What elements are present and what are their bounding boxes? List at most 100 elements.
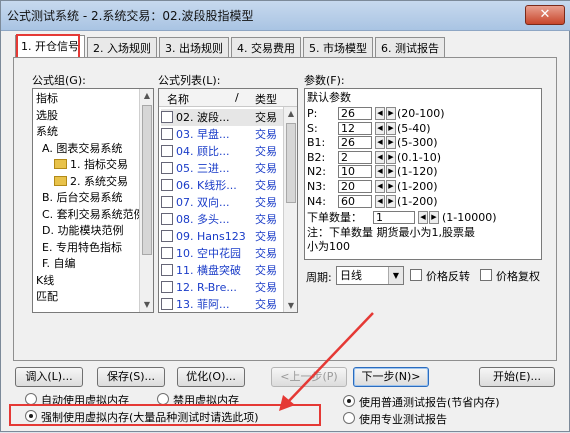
spin-down-icon[interactable]: ▶ — [429, 211, 439, 224]
formula-row[interactable]: 03. 早盘... 交易 — [161, 126, 283, 143]
normal-report-label: 使用普通测试报告(节省内存) — [359, 396, 500, 409]
tab-market-model[interactable]: 5. 市场模型 — [303, 37, 373, 57]
window-title: 公式测试系统 - 2.系统交易：02.波段股指模型 — [7, 9, 254, 23]
param-value-input[interactable]: 2 — [338, 150, 372, 164]
formula-list-header: 名称 / 类型 — [159, 89, 297, 107]
formula-type: 交易 — [255, 298, 277, 311]
price-restore-checkbox[interactable] — [480, 269, 492, 281]
tree-item[interactable]: F. 自编 — [36, 256, 145, 273]
param-value-input[interactable]: 12 — [338, 121, 372, 135]
spin-right-icon[interactable]: ▶ — [386, 165, 396, 179]
document-icon — [161, 145, 173, 157]
scroll-down-icon[interactable]: ▼ — [142, 299, 152, 311]
tree-item-folder[interactable]: 2. 系统交易 — [36, 174, 145, 191]
tab-open-signal[interactable]: 1. 开仓信号 — [15, 35, 85, 57]
param-value-input[interactable]: 20 — [338, 180, 372, 193]
param-value-input[interactable]: 10 — [338, 165, 372, 179]
formula-row[interactable]: 12. R-Bre... 交易 — [161, 279, 283, 296]
formula-row[interactable]: 13. 菲阿... 交易 — [161, 296, 283, 312]
formula-type: 交易 — [255, 230, 277, 243]
formula-type: 交易 — [255, 179, 277, 192]
document-icon — [161, 230, 173, 242]
chevron-down-icon[interactable]: ▼ — [388, 267, 403, 284]
scroll-thumb[interactable] — [142, 105, 152, 255]
auto-virtual-memory-radio[interactable] — [25, 393, 37, 405]
optimize-button[interactable]: 优化(O)... — [177, 367, 245, 387]
tab-exit-rules[interactable]: 3. 出场规则 — [159, 37, 229, 57]
tree-item[interactable]: 选股 — [36, 108, 145, 125]
scroll-up-icon[interactable]: ▲ — [142, 90, 152, 102]
normal-report-radio[interactable] — [343, 395, 355, 407]
formula-list[interactable]: 名称 / 类型 02. 波段... 交易 03. 早盘... 交易 04. 顾比... 交… — [158, 88, 298, 313]
order-quantity-input[interactable]: 1 — [373, 211, 415, 224]
formula-row[interactable]: 10. 空中花园 交易 — [161, 245, 283, 262]
save-button[interactable]: 保存(S)... — [97, 367, 165, 387]
spin-up-icon[interactable]: ◀ — [418, 211, 428, 224]
scroll-down-icon[interactable]: ▼ — [286, 300, 296, 312]
param-value-input[interactable]: 26 — [338, 107, 372, 120]
formula-name: 06. K线形... — [176, 179, 237, 192]
param-row: B2: 2 ◀ ▶ (0.1-10) — [307, 150, 537, 165]
formula-row[interactable]: 09. Hans123 交易 — [161, 228, 283, 245]
spin-left-icon[interactable]: ◀ — [375, 194, 385, 208]
formula-list-scrollbar[interactable]: ▲ ▼ — [283, 107, 297, 312]
formula-row[interactable]: 05. 三进... 交易 — [161, 160, 283, 177]
document-icon — [161, 298, 173, 310]
spin-right-icon[interactable]: ▶ — [386, 136, 396, 150]
param-value-input[interactable]: 26 — [338, 136, 372, 150]
tree-item[interactable]: B. 后台交易系统 — [36, 190, 145, 207]
tab-test-report[interactable]: 6. 测试报告 — [375, 37, 445, 57]
tab-trade-costs[interactable]: 4. 交易费用 — [231, 37, 301, 57]
formula-row[interactable]: 06. K线形... 交易 — [161, 177, 283, 194]
pro-report-radio[interactable] — [343, 412, 355, 424]
prev-step-button[interactable]: <上一步(P) — [271, 367, 347, 387]
price-reverse-checkbox[interactable] — [410, 269, 422, 281]
param-value-input[interactable]: 60 — [338, 194, 372, 208]
spin-right-icon[interactable]: ▶ — [386, 180, 396, 193]
formula-name: 12. R-Bre... — [176, 281, 237, 294]
formula-row[interactable]: 08. 多头... 交易 — [161, 211, 283, 228]
start-button[interactable]: 开始(E)... — [479, 367, 555, 387]
spin-right-icon[interactable]: ▶ — [386, 107, 396, 120]
spin-left-icon[interactable]: ◀ — [375, 136, 385, 150]
tree-item-folder[interactable]: 1. 指标交易 — [36, 157, 145, 174]
tree-item[interactable]: K线 — [36, 273, 145, 290]
disable-virtual-memory-radio[interactable] — [157, 393, 169, 405]
spin-left-icon[interactable]: ◀ — [375, 121, 385, 135]
scroll-thumb[interactable] — [286, 123, 296, 203]
formula-row[interactable]: 11. 横盘突破 交易 — [161, 262, 283, 279]
spin-right-icon[interactable]: ▶ — [386, 121, 396, 135]
param-range: (0.1-10) — [397, 150, 442, 164]
period-select[interactable]: 日线 ▼ — [336, 266, 404, 285]
spin-left-icon[interactable]: ◀ — [375, 107, 385, 120]
formula-row[interactable]: 02. 波段... 交易 — [161, 109, 283, 126]
tree-item[interactable]: A. 图表交易系统 — [36, 141, 145, 158]
spin-right-icon[interactable]: ▶ — [386, 150, 396, 164]
param-row: S: 12 ◀ ▶ (5-40) — [307, 121, 537, 136]
import-button[interactable]: 调入(L)... — [15, 367, 83, 387]
force-virtual-memory-radio[interactable] — [25, 410, 37, 422]
spin-right-icon[interactable]: ▶ — [386, 194, 396, 208]
tab-entry-rules[interactable]: 2. 入场规则 — [87, 37, 157, 57]
spin-left-icon[interactable]: ◀ — [375, 165, 385, 179]
column-name-header[interactable]: 名称 — [167, 91, 189, 107]
spin-left-icon[interactable]: ◀ — [375, 150, 385, 164]
spin-left-icon[interactable]: ◀ — [375, 180, 385, 193]
formula-row[interactable]: 07. 双向... 交易 — [161, 194, 283, 211]
formula-row[interactable]: 04. 顾比... 交易 — [161, 143, 283, 160]
tree-item[interactable]: 匹配 — [36, 289, 145, 306]
column-type-header[interactable]: 类型 — [255, 91, 277, 107]
tree-item[interactable]: D. 功能模块范例 — [36, 223, 145, 240]
next-step-button[interactable]: 下一步(N)> — [353, 367, 429, 387]
scroll-up-icon[interactable]: ▲ — [286, 108, 296, 120]
close-button[interactable]: ✕ — [525, 5, 565, 25]
tree-scrollbar[interactable]: ▲ ▼ — [139, 89, 153, 312]
tree-item[interactable]: 系统 — [36, 124, 145, 141]
formula-type: 交易 — [255, 145, 277, 158]
tree-item[interactable]: 指标 — [36, 91, 145, 108]
tree-item[interactable]: C. 套利交易系统范例 — [36, 207, 145, 224]
tree-item[interactable]: E. 专用特色指标 — [36, 240, 145, 257]
params-box: 默认参数 P: 26 ◀ ▶ (20-100) S: 12 ◀ ▶ (5-40) B1: 26 ◀ ▶ (5… — [304, 88, 542, 260]
formula-group-tree[interactable]: 指标 选股 系统 A. 图表交易系统 1. 指标交易 2. 系统交易 B. 后台… — [32, 88, 154, 313]
param-row: N4: 60 ◀ ▶ (1-200) — [307, 194, 537, 209]
